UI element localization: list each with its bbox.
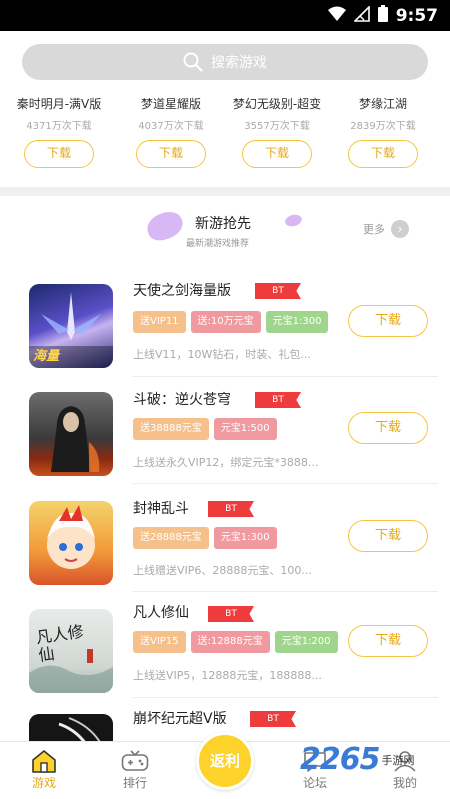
gamepad-icon xyxy=(105,748,165,774)
divider xyxy=(133,591,438,592)
bt-badge: BT xyxy=(255,283,301,299)
decor-blob-icon xyxy=(143,208,187,244)
game-row[interactable]: 封神乱斗 BT 送28888元宝 元宝1:300 上线赠送VIP6、28888元… xyxy=(0,492,450,600)
decor-blob-icon xyxy=(283,212,304,229)
top-game-downloads: 4037万次下载 xyxy=(138,121,204,132)
game-thumbnail xyxy=(29,714,113,741)
top-game-item[interactable]: 梦道星耀版 4037万次下载 下载 xyxy=(118,91,224,187)
download-button[interactable]: 下载 xyxy=(348,520,428,552)
game-tags: 送28888元宝 元宝1:300 xyxy=(133,527,277,549)
top-games-list: 秦时明月-满V版 4371万次下载 下载 梦道星耀版 4037万次下载 下载 梦… xyxy=(0,91,450,187)
section-header: 新游抢先 最新潮游戏推荐 更多 › xyxy=(0,196,450,274)
game-name: 凡人修仙 xyxy=(133,605,189,621)
bt-badge: BT xyxy=(208,501,254,517)
top-game-downloads: 4371万次下载 xyxy=(26,121,92,132)
top-game-item[interactable]: 梦幻无级别-超变 3557万次下载 下载 xyxy=(224,91,330,187)
tag: 送VIP11 xyxy=(133,311,186,333)
game-name: 斗破：逆火苍穹 xyxy=(133,392,231,408)
search-bar[interactable]: 搜索游戏 xyxy=(22,44,428,80)
signal-icon xyxy=(327,6,346,27)
divider xyxy=(133,483,438,484)
top-game-downloads: 3557万次下载 xyxy=(244,121,310,132)
tag: 元宝1:500 xyxy=(213,418,277,440)
game-tags: 送VIP15 送:12888元宝 元宝1:200 xyxy=(133,631,338,653)
divider xyxy=(133,697,438,698)
chat-icon xyxy=(285,748,345,774)
download-button[interactable]: 下载 xyxy=(348,412,428,444)
game-thumbnail xyxy=(29,501,113,585)
status-time: 9:57 xyxy=(395,6,438,26)
download-button[interactable]: 下载 xyxy=(136,140,206,168)
download-button[interactable]: 下载 xyxy=(348,625,428,657)
top-game-item[interactable]: 秦时明月-满V版 4371万次下载 下载 xyxy=(0,91,118,187)
more-label: 更多 xyxy=(363,223,385,236)
more-link[interactable]: 更多 › xyxy=(363,220,409,238)
status-bar: 9:57 xyxy=(0,0,450,31)
nav-label: 排行 xyxy=(122,776,147,790)
download-button[interactable]: 下载 xyxy=(348,140,418,168)
divider xyxy=(133,376,438,377)
top-game-downloads: 2839万次下载 xyxy=(350,121,416,132)
game-name: 天使之剑海量版 xyxy=(133,283,231,299)
new-games-section: 新游抢先 最新潮游戏推荐 更多 › 海量 天使之剑海量版 BT 送VIP11 送… xyxy=(0,196,450,741)
game-row[interactable]: 凡人修仙 凡人修仙 BT 送VIP15 送:12888元宝 元宝1:200 上线… xyxy=(0,599,450,707)
tag: 元宝1:300 xyxy=(265,311,329,333)
nav-tab-rank[interactable]: 排行 xyxy=(105,748,165,791)
tag: 送VIP15 xyxy=(133,631,186,653)
top-game-name: 梦道星耀版 xyxy=(140,97,201,111)
top-game-item[interactable]: 梦缘江湖 2839万次下载 下载 xyxy=(330,91,436,187)
game-thumbnail xyxy=(29,392,113,476)
game-row[interactable]: 海量 天使之剑海量版 BT 送VIP11 送:10万元宝 元宝1:300 上线V… xyxy=(0,274,450,382)
game-tags: 送38888元宝 元宝1:500 xyxy=(133,418,277,440)
bt-badge: BT xyxy=(255,392,301,408)
home-icon xyxy=(14,748,74,774)
battery-icon xyxy=(377,5,388,27)
cellular-icon xyxy=(352,4,370,27)
chevron-right-icon: › xyxy=(391,220,409,238)
bt-badge: BT xyxy=(250,711,296,727)
game-name: 封神乱斗 xyxy=(133,501,189,517)
download-button[interactable]: 下载 xyxy=(348,305,428,337)
game-tags: 送VIP11 送:10万元宝 元宝1:300 xyxy=(133,311,329,333)
user-icon xyxy=(375,748,435,774)
tag: 元宝1:300 xyxy=(213,527,277,549)
top-game-name: 秦时明月-满V版 xyxy=(16,97,102,111)
rebate-button[interactable]: 返利 xyxy=(196,732,254,790)
top-game-name: 梦缘江湖 xyxy=(358,97,407,111)
nav-label: 论坛 xyxy=(302,776,327,790)
tag: 送28888元宝 xyxy=(133,527,209,549)
nav-label: 我的 xyxy=(392,776,417,790)
game-description: 上线赠送VIP6、28888元宝、100... xyxy=(133,564,312,577)
top-area: 搜索游戏 秦时明月-满V版 4371万次下载 下载 梦道星耀版 4037万次下载… xyxy=(0,31,450,187)
tag: 元宝1:200 xyxy=(274,631,338,653)
game-description: 上线V11，10W钻石，时装、礼包... xyxy=(133,348,311,361)
nav-tab-mine[interactable]: 我的 xyxy=(375,748,435,791)
game-description: 上线送永久VIP12，绑定元宝*3888... xyxy=(133,456,319,469)
game-description: 上线送VIP5，12888元宝，188888... xyxy=(133,669,322,682)
nav-tab-forum[interactable]: 论坛 xyxy=(285,748,345,791)
game-thumbnail: 凡人修仙 xyxy=(29,609,113,693)
nav-tab-games[interactable]: 游戏 xyxy=(14,748,74,791)
bt-badge: BT xyxy=(208,606,254,622)
section-subtitle: 最新潮游戏推荐 xyxy=(186,239,250,249)
section-title: 新游抢先 xyxy=(195,216,251,232)
top-game-name: 梦幻无级别-超变 xyxy=(232,97,322,111)
download-button[interactable]: 下载 xyxy=(242,140,312,168)
search-icon xyxy=(183,52,203,72)
tag: 送:10万元宝 xyxy=(190,311,261,333)
nav-label: 游戏 xyxy=(31,776,56,790)
game-row[interactable]: 斗破：逆火苍穹 BT 送38888元宝 元宝1:500 上线送永久VIP12，绑… xyxy=(0,383,450,491)
tag: 送38888元宝 xyxy=(133,418,209,440)
download-button[interactable]: 下载 xyxy=(24,140,94,168)
game-name: 崩坏纪元超V版 xyxy=(133,711,227,727)
tag: 送:12888元宝 xyxy=(190,631,270,653)
game-thumbnail: 海量 xyxy=(29,284,113,368)
search-placeholder: 搜索游戏 xyxy=(211,55,267,71)
thumbnail-label: 海量 xyxy=(33,349,60,364)
